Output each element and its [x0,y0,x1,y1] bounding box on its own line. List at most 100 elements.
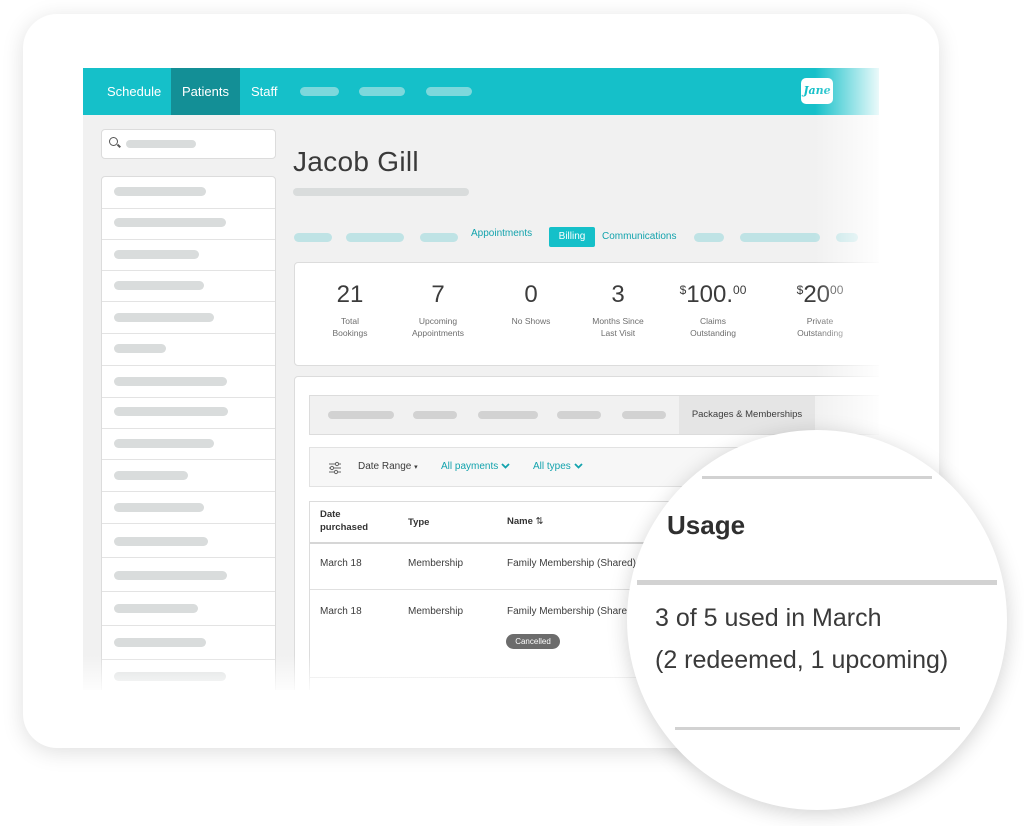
nav-tab-placeholder[interactable] [359,87,405,96]
payments-filter-label: All payments [441,461,499,472]
tab-communications[interactable]: Communications [602,231,676,242]
divider [102,365,275,366]
stat-label: No Shows [511,316,551,326]
list-item[interactable] [114,344,166,353]
usage-detail-text: (2 redeemed, 1 upcoming) [655,646,949,674]
list-item[interactable] [114,187,206,196]
stat-upcoming-appointments: 7 Upcoming Appointments [388,263,488,339]
column-header-text: Name [507,516,533,527]
tab-appointments[interactable]: Appointments [471,228,532,239]
list-item[interactable] [114,439,214,448]
list-item[interactable] [114,672,226,681]
stat-label: Outstanding [797,328,843,338]
nav-tab-staff[interactable]: Staff [240,68,289,115]
profile-tab-placeholder[interactable] [694,233,724,242]
jane-logo[interactable]: Jane [801,78,833,104]
profile-tab-placeholder[interactable] [294,233,332,242]
list-item[interactable] [114,503,204,512]
search-placeholder [126,140,196,148]
currency-symbol: $ [679,283,687,297]
types-filter-dropdown[interactable]: All types [533,461,583,472]
stat-private-outstanding: $2000 Private Outstanding [770,263,870,339]
usage-magnifier-callout: Usage 3 of 5 used in March (2 redeemed, … [627,430,1007,810]
stat-claims-outstanding: $100.00 Claims Outstanding [663,263,763,339]
stat-label: Outstanding [690,328,736,338]
list-item[interactable] [114,571,227,580]
divider [102,591,275,592]
sort-icon: ⇅ [535,516,544,527]
profile-tab-placeholder[interactable] [836,233,858,242]
row-name[interactable]: Family Membership (Shared) [507,558,636,569]
list-item[interactable] [114,313,214,322]
list-item[interactable] [114,377,227,386]
patient-stats-panel: 21 Total Bookings 7 Upcoming Appointments … [294,262,879,366]
filter-sliders-icon[interactable] [328,461,342,475]
list-item[interactable] [114,250,199,259]
column-header-text: purchased [320,522,369,533]
tab-billing[interactable]: Billing [549,227,595,247]
divider [102,397,275,398]
patient-search-input[interactable] [101,129,276,159]
row-type: Membership [408,558,464,569]
status-badge: Cancelled [506,634,560,649]
subtab-placeholder[interactable] [413,411,457,419]
search-icon [109,137,118,146]
subtab-placeholder[interactable] [622,411,666,419]
stat-label: Private [806,316,834,326]
profile-tab-placeholder[interactable] [346,233,404,242]
list-item[interactable] [114,218,226,227]
usage-heading: Usage [667,510,746,540]
list-item[interactable] [114,638,206,647]
column-header-type[interactable]: Type [408,516,429,529]
usage-count-text: 3 of 5 used in March [655,604,882,632]
profile-tab-placeholder[interactable] [420,233,458,242]
profile-tab-placeholder[interactable] [740,233,820,242]
stat-no-shows: 0 No Shows [481,263,581,327]
row-type: Membership [408,606,464,617]
subtab-packages-memberships[interactable]: Packages & Memberships [679,396,815,434]
divider [102,270,275,271]
stat-months-since-last-visit: 3 Months Since Last Visit [568,263,668,339]
divider [102,459,275,460]
subtab-placeholder[interactable] [328,411,394,419]
stat-cents: 00 [830,283,844,297]
nav-tab-placeholder[interactable] [300,87,339,96]
subtab-placeholder[interactable] [478,411,538,419]
list-item[interactable] [114,407,228,416]
stat-label: Total [341,316,359,326]
stat-label: Upcoming [418,316,458,326]
stat-label: Bookings [332,328,368,338]
divider [102,625,275,626]
stat-value: 0 [524,281,538,308]
list-item[interactable] [114,537,208,546]
list-item[interactable] [114,604,198,613]
patient-list [101,176,276,690]
row-name[interactable]: Family Membership (Share [507,606,627,617]
divider [102,239,275,240]
nav-tab-placeholder[interactable] [426,87,472,96]
column-header-name[interactable]: Name ⇅ [507,515,543,528]
divider [675,727,960,730]
date-range-dropdown[interactable]: Date Range ▾ [358,461,418,472]
row-date: March 18 [320,558,362,569]
row-date: March 18 [320,606,362,617]
stat-value: 100. [686,281,734,308]
stat-value: 21 [336,281,364,308]
column-header-text: Date [320,509,341,520]
divider [102,428,275,429]
column-header-date[interactable]: Date purchased [320,508,368,534]
divider [102,301,275,302]
types-filter-label: All types [533,461,571,472]
list-item[interactable] [114,281,204,290]
divider [102,523,275,524]
nav-tab-schedule[interactable]: Schedule [96,68,172,115]
subtab-placeholder[interactable] [557,411,601,419]
stat-label: Appointments [412,328,464,338]
patient-name: Jacob Gill [293,146,419,177]
nav-tab-patients[interactable]: Patients [171,68,240,115]
stat-value: 7 [431,281,445,308]
list-item[interactable] [114,471,188,480]
payments-filter-dropdown[interactable]: All payments [441,461,510,472]
stat-label: Months Since [592,316,644,326]
stat-cents: 00 [733,283,747,297]
